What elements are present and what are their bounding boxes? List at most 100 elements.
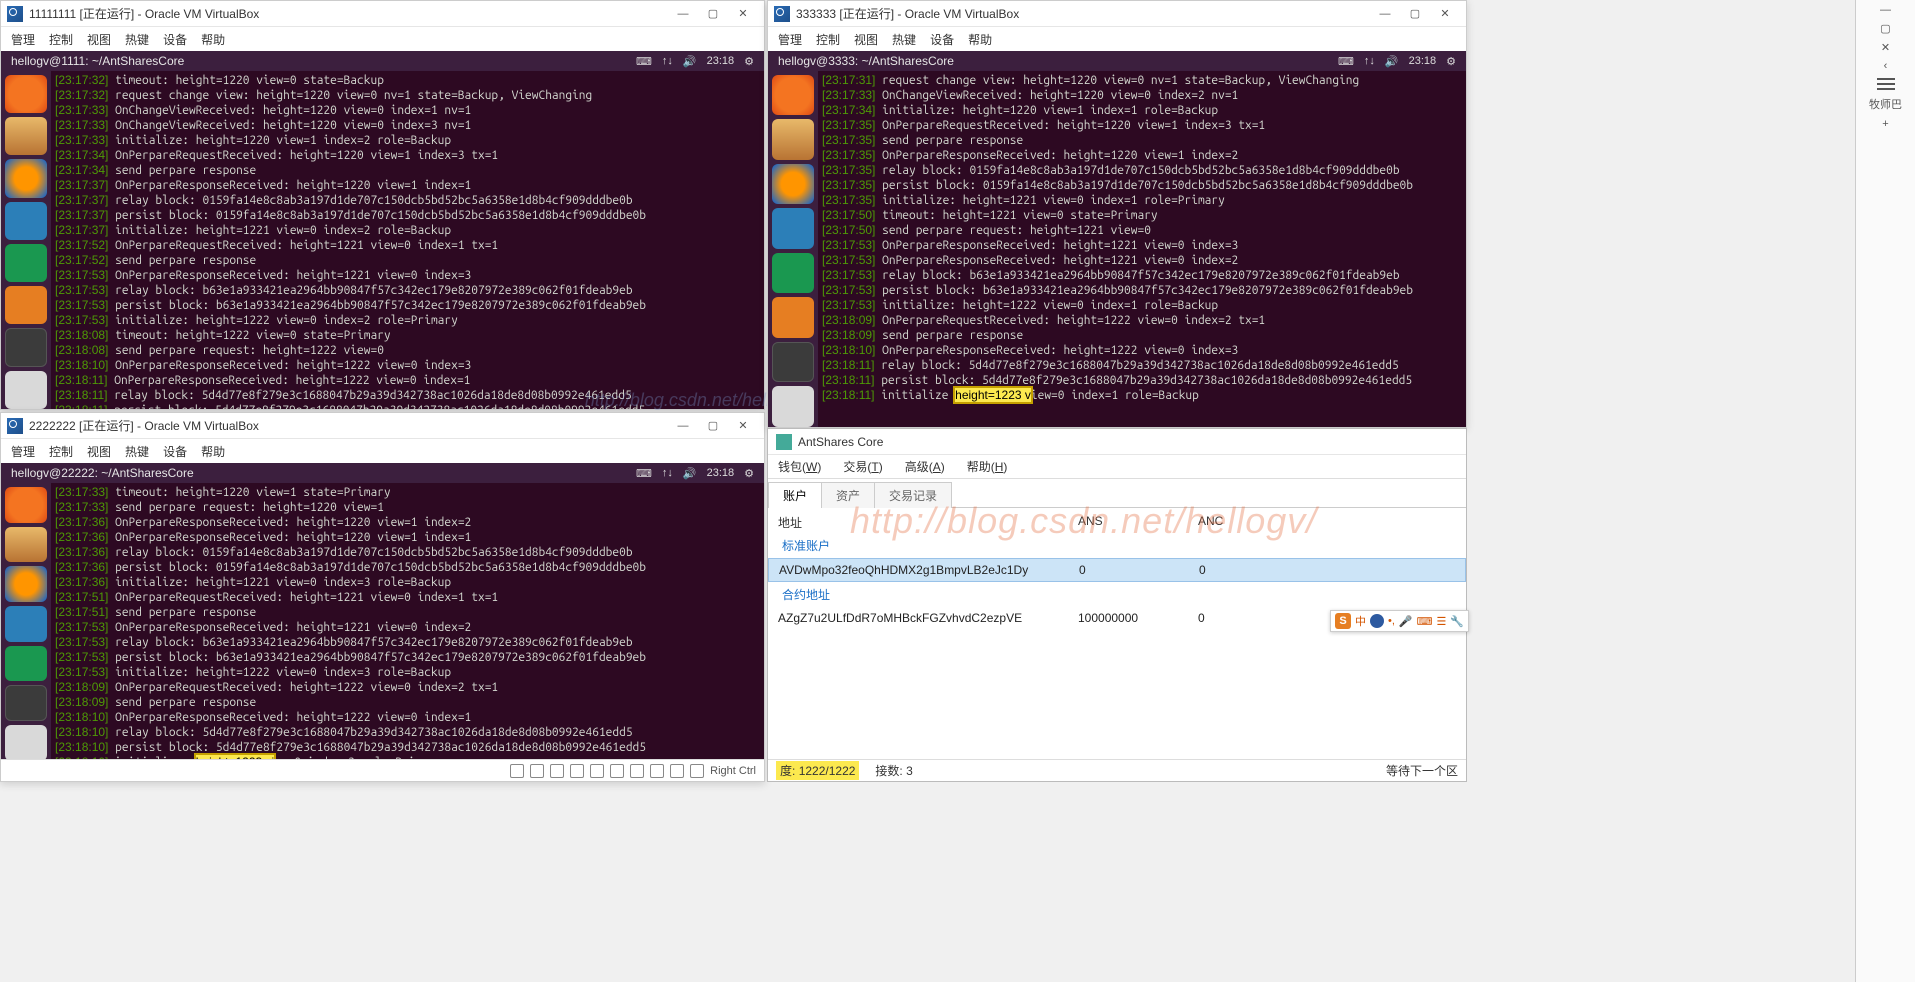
ubuntu-dash-icon[interactable] bbox=[5, 487, 47, 523]
sound-icon[interactable]: 🔊 bbox=[1385, 55, 1399, 68]
clock[interactable]: 23:18 bbox=[707, 467, 735, 479]
hamburger-icon[interactable] bbox=[1877, 78, 1895, 90]
cpu-icon[interactable] bbox=[670, 764, 684, 778]
sogou-icon[interactable]: S bbox=[1335, 613, 1351, 629]
menu-hotkeys[interactable]: 热键 bbox=[125, 443, 149, 460]
menu-manage[interactable]: 管理 bbox=[778, 31, 802, 48]
tab-asset[interactable]: 资产 bbox=[821, 482, 875, 508]
network-icon[interactable]: ↑↓ bbox=[662, 55, 673, 67]
network-icon[interactable]: ↑↓ bbox=[1364, 55, 1375, 67]
writer-icon[interactable] bbox=[5, 202, 47, 240]
network-icon[interactable] bbox=[570, 764, 584, 778]
close-button[interactable]: ✕ bbox=[1430, 4, 1460, 24]
firefox-icon[interactable] bbox=[5, 159, 47, 197]
vm1-terminal[interactable]: [23:17:32] timeout: height=1220 view=0 s… bbox=[51, 71, 764, 409]
vm3-terminal[interactable]: [23:17:31] request change view: height=1… bbox=[818, 71, 1466, 427]
gear-icon[interactable]: ⚙ bbox=[744, 55, 754, 68]
files-icon[interactable] bbox=[5, 527, 47, 563]
keyboard-icon[interactable]: ⌨ bbox=[1338, 55, 1354, 68]
maximize-button[interactable]: ▢ bbox=[1880, 22, 1890, 35]
mouse-integration-icon[interactable] bbox=[690, 764, 704, 778]
recording-icon[interactable] bbox=[650, 764, 664, 778]
minimize-button[interactable]: — bbox=[668, 4, 698, 24]
ime-toolbar[interactable]: S 中 •, 🎤 ⌨ ☰ 🔧 bbox=[1330, 610, 1469, 632]
menu-hotkeys[interactable]: 热键 bbox=[892, 31, 916, 48]
sound-icon[interactable]: 🔊 bbox=[683, 467, 697, 480]
vm2-titlebar[interactable]: 2222222 [正在运行] - Oracle VM VirtualBox — … bbox=[1, 413, 764, 439]
terminal-icon[interactable] bbox=[5, 328, 47, 366]
menu-control[interactable]: 控制 bbox=[816, 31, 840, 48]
col-anc[interactable]: ANC bbox=[1198, 514, 1318, 531]
ime-lang[interactable]: 中 bbox=[1355, 613, 1366, 629]
menu-transaction[interactable]: 交易(T) bbox=[843, 458, 882, 475]
menu-view[interactable]: 视图 bbox=[854, 31, 878, 48]
calc-icon[interactable] bbox=[5, 646, 47, 682]
ime-toolbox-icon[interactable]: 🔧 bbox=[1450, 615, 1464, 628]
minimize-button[interactable]: — bbox=[1880, 4, 1891, 16]
menu-help[interactable]: 帮助 bbox=[201, 443, 225, 460]
menu-control[interactable]: 控制 bbox=[49, 31, 73, 48]
ime-skin-icon[interactable]: ☰ bbox=[1437, 615, 1447, 628]
usb-icon[interactable] bbox=[590, 764, 604, 778]
ime-punct-icon[interactable]: •, bbox=[1388, 615, 1395, 627]
menu-view[interactable]: 视图 bbox=[87, 31, 111, 48]
menu-manage[interactable]: 管理 bbox=[11, 31, 35, 48]
gear-icon[interactable]: ⚙ bbox=[1446, 55, 1456, 68]
network-icon[interactable]: ↑↓ bbox=[662, 467, 673, 479]
ubuntu-dash-icon[interactable] bbox=[772, 75, 814, 115]
maximize-button[interactable]: ▢ bbox=[698, 416, 728, 436]
menu-devices[interactable]: 设备 bbox=[163, 31, 187, 48]
optical-icon[interactable] bbox=[530, 764, 544, 778]
maximize-button[interactable]: ▢ bbox=[1400, 4, 1430, 24]
shared-folder-icon[interactable] bbox=[610, 764, 624, 778]
menu-view[interactable]: 视图 bbox=[87, 443, 111, 460]
minimize-button[interactable]: — bbox=[668, 416, 698, 436]
menu-devices[interactable]: 设备 bbox=[930, 31, 954, 48]
tab-account[interactable]: 账户 bbox=[768, 482, 822, 508]
vm1-titlebar[interactable]: 11111111 [正在运行] - Oracle VM VirtualBox —… bbox=[1, 1, 764, 27]
software-icon[interactable] bbox=[772, 297, 814, 337]
menu-devices[interactable]: 设备 bbox=[163, 443, 187, 460]
close-button[interactable]: ✕ bbox=[1881, 41, 1890, 54]
maximize-button[interactable]: ▢ bbox=[698, 4, 728, 24]
menu-help[interactable]: 帮助(H) bbox=[967, 458, 1008, 475]
firefox-icon[interactable] bbox=[5, 566, 47, 602]
software-icon[interactable] bbox=[5, 286, 47, 324]
terminal-icon[interactable] bbox=[772, 342, 814, 383]
menu-manage[interactable]: 管理 bbox=[11, 443, 35, 460]
audio-icon[interactable] bbox=[550, 764, 564, 778]
nav-back-icon[interactable]: ‹ bbox=[1884, 60, 1888, 72]
trash-icon[interactable] bbox=[772, 386, 814, 426]
calc-icon[interactable] bbox=[772, 253, 814, 293]
vm2-terminal[interactable]: [23:17:33] timeout: height=1220 view=1 s… bbox=[51, 483, 764, 761]
menu-help[interactable]: 帮助 bbox=[968, 31, 992, 48]
menu-advanced[interactable]: 高级(A) bbox=[905, 458, 945, 475]
terminal-icon[interactable] bbox=[5, 685, 47, 721]
display-icon[interactable] bbox=[630, 764, 644, 778]
trash-icon[interactable] bbox=[5, 371, 47, 409]
writer-icon[interactable] bbox=[5, 606, 47, 642]
trash-icon[interactable] bbox=[5, 725, 47, 761]
tab-tx-history[interactable]: 交易记录 bbox=[874, 482, 952, 508]
ime-mic-icon[interactable]: 🎤 bbox=[1399, 615, 1413, 628]
clock[interactable]: 23:18 bbox=[1409, 55, 1437, 67]
firefox-icon[interactable] bbox=[772, 164, 814, 204]
keyboard-icon[interactable]: ⌨ bbox=[636, 55, 652, 68]
gear-icon[interactable]: ⚙ bbox=[744, 467, 754, 480]
ime-moon-icon[interactable] bbox=[1370, 614, 1384, 628]
writer-icon[interactable] bbox=[772, 208, 814, 248]
close-button[interactable]: ✕ bbox=[728, 4, 758, 24]
menu-control[interactable]: 控制 bbox=[49, 443, 73, 460]
close-button[interactable]: ✕ bbox=[728, 416, 758, 436]
hdd-icon[interactable] bbox=[510, 764, 524, 778]
minimize-button[interactable]: — bbox=[1370, 4, 1400, 24]
vm3-titlebar[interactable]: 333333 [正在运行] - Oracle VM VirtualBox — ▢… bbox=[768, 1, 1466, 27]
antshares-titlebar[interactable]: AntShares Core bbox=[768, 429, 1466, 455]
menu-hotkeys[interactable]: 热键 bbox=[125, 31, 149, 48]
col-ans[interactable]: ANS bbox=[1078, 514, 1198, 531]
files-icon[interactable] bbox=[772, 119, 814, 159]
ubuntu-dash-icon[interactable] bbox=[5, 75, 47, 113]
clock[interactable]: 23:18 bbox=[707, 55, 735, 67]
menu-wallet[interactable]: 钱包(W) bbox=[778, 458, 821, 475]
sound-icon[interactable]: 🔊 bbox=[683, 55, 697, 68]
